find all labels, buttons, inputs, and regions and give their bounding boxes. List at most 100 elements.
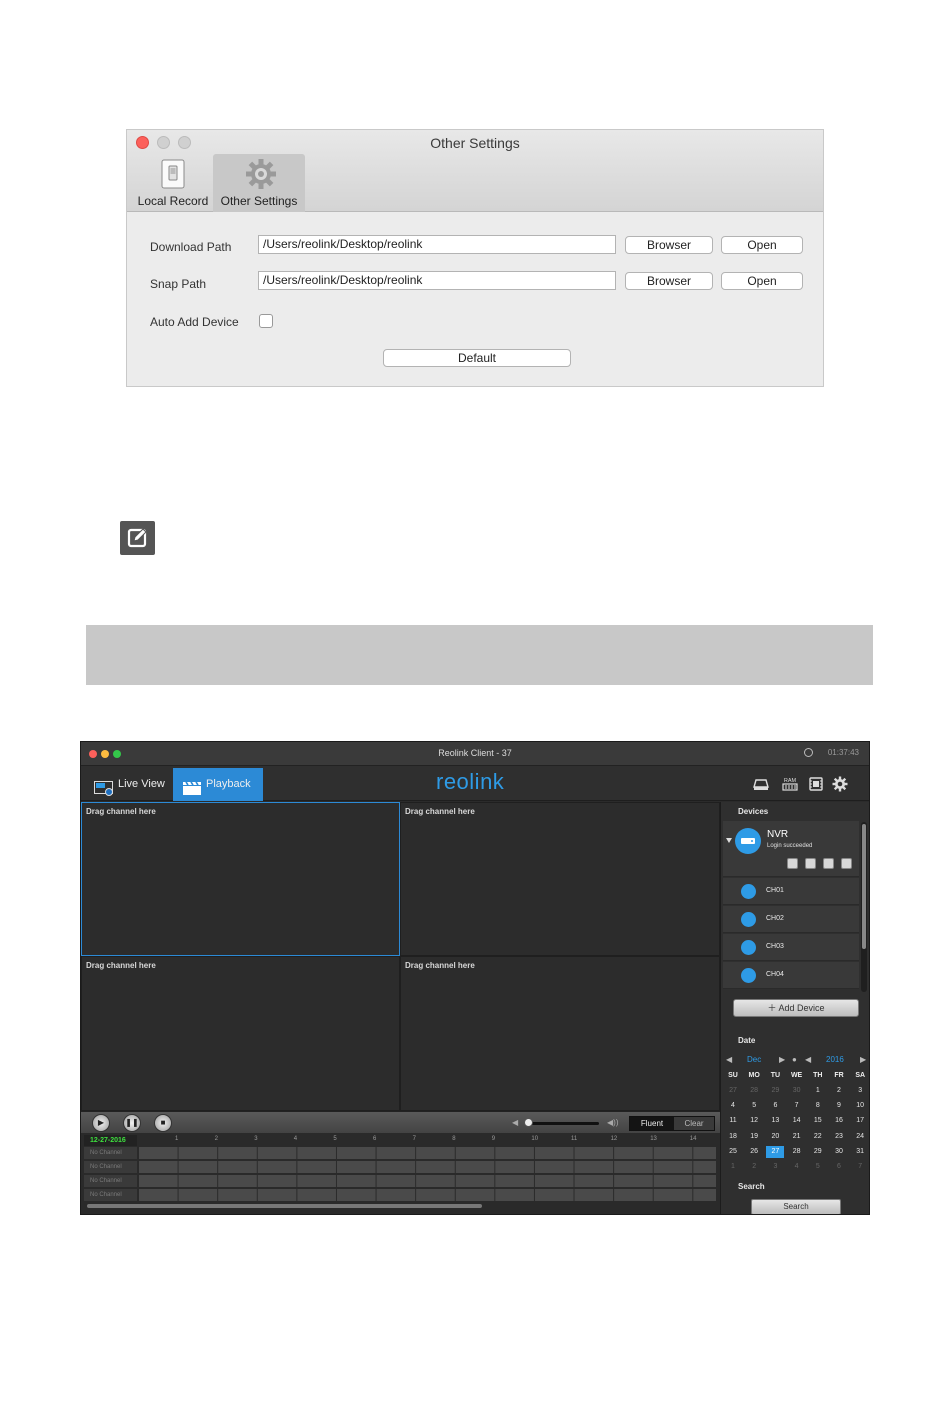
calendar-day[interactable]: 8 bbox=[809, 1100, 827, 1112]
calendar-day[interactable]: 2 bbox=[745, 1161, 763, 1173]
calendar-day[interactable]: 10 bbox=[851, 1100, 869, 1112]
add-device-button[interactable]: ＋ Add Device bbox=[733, 999, 859, 1017]
calendar-day[interactable]: 21 bbox=[788, 1131, 806, 1143]
calendar-day[interactable]: 7 bbox=[851, 1161, 869, 1173]
calendar-day[interactable]: 4 bbox=[788, 1161, 806, 1173]
device-info-icon[interactable] bbox=[787, 858, 798, 869]
calendar-day[interactable]: 28 bbox=[788, 1146, 806, 1158]
auto-add-device-checkbox[interactable] bbox=[259, 314, 273, 328]
next-month-icon[interactable]: ▶ bbox=[779, 1055, 785, 1064]
clear-option[interactable]: Clear bbox=[674, 1117, 714, 1130]
calendar-day[interactable]: 17 bbox=[851, 1115, 869, 1127]
tab-live-view[interactable]: Live View bbox=[85, 768, 173, 801]
calendar-day[interactable]: 24 bbox=[851, 1131, 869, 1143]
calendar-day[interactable]: 29 bbox=[809, 1146, 827, 1158]
calendar-day[interactable]: 27 bbox=[766, 1145, 785, 1158]
hdd-icon[interactable] bbox=[753, 776, 769, 792]
download-open-button[interactable]: Open bbox=[721, 236, 803, 254]
calendar-day[interactable]: 27 bbox=[724, 1085, 742, 1097]
calendar-day[interactable]: 7 bbox=[788, 1100, 806, 1112]
film-icon[interactable] bbox=[808, 776, 824, 792]
download-path-input[interactable]: /Users/reolink/Desktop/reolink bbox=[258, 235, 616, 254]
timeline-row[interactable]: No Channel bbox=[84, 1147, 716, 1160]
calendar-day[interactable]: 3 bbox=[766, 1161, 784, 1173]
channel-row-ch03[interactable]: CH03 bbox=[723, 934, 859, 961]
channel-row-ch02[interactable]: CH02 bbox=[723, 906, 859, 933]
calendar-day[interactable]: 2 bbox=[830, 1085, 848, 1097]
search-button[interactable]: Search bbox=[751, 1199, 841, 1214]
calendar-day[interactable]: 31 bbox=[851, 1146, 869, 1158]
calendar-day[interactable]: 6 bbox=[830, 1161, 848, 1173]
timeline-track[interactable] bbox=[138, 1147, 716, 1160]
timeline-track[interactable] bbox=[138, 1175, 716, 1188]
scrollbar-thumb[interactable] bbox=[862, 824, 866, 949]
device-delete-icon[interactable] bbox=[841, 858, 852, 869]
timeline-row[interactable]: No Channel bbox=[84, 1175, 716, 1188]
timeline-row[interactable]: No Channel bbox=[84, 1189, 716, 1202]
volume-slider[interactable] bbox=[527, 1122, 599, 1125]
snap-browser-button[interactable]: Browser bbox=[625, 272, 713, 290]
video-pane-2[interactable]: Drag channel here bbox=[400, 802, 720, 956]
calendar-day[interactable]: 5 bbox=[745, 1100, 763, 1112]
pause-button[interactable]: ❚❚ bbox=[123, 1114, 141, 1132]
timeline-scrollbar[interactable] bbox=[87, 1204, 482, 1208]
video-pane-4[interactable]: Drag channel here bbox=[400, 956, 720, 1111]
calendar-day[interactable]: 23 bbox=[830, 1131, 848, 1143]
globe-icon[interactable] bbox=[804, 748, 813, 757]
device-edit-icon[interactable] bbox=[823, 858, 834, 869]
calendar-day[interactable]: 28 bbox=[745, 1085, 763, 1097]
calendar-day[interactable]: 18 bbox=[724, 1131, 742, 1143]
tab-local-record[interactable]: Local Record bbox=[133, 154, 213, 212]
timeline-track[interactable] bbox=[138, 1161, 716, 1174]
calendar-day[interactable]: 9 bbox=[830, 1100, 848, 1112]
calendar-day[interactable]: 19 bbox=[745, 1131, 763, 1143]
video-pane-3[interactable]: Drag channel here bbox=[81, 956, 400, 1111]
calendar-day[interactable]: 3 bbox=[851, 1085, 869, 1097]
snap-path-input[interactable]: /Users/reolink/Desktop/reolink bbox=[258, 271, 616, 290]
calendar-day[interactable]: 30 bbox=[830, 1146, 848, 1158]
video-pane-1[interactable]: Drag channel here bbox=[81, 802, 400, 956]
channel-row-ch04[interactable]: CH04 bbox=[723, 962, 859, 989]
calendar-day[interactable]: 29 bbox=[766, 1085, 784, 1097]
calendar-day[interactable]: 20 bbox=[766, 1131, 784, 1143]
prev-year-icon[interactable]: ◀ bbox=[805, 1055, 811, 1064]
calendar-day[interactable]: 13 bbox=[766, 1115, 784, 1127]
nvr-device[interactable]: NVR Login succeeded bbox=[723, 821, 859, 877]
play-button[interactable]: ▶ bbox=[92, 1114, 110, 1132]
device-list-scrollbar[interactable] bbox=[861, 822, 867, 992]
calendar-day[interactable]: 1 bbox=[724, 1161, 742, 1173]
calendar-day[interactable]: 30 bbox=[788, 1085, 806, 1097]
volume-slider-handle[interactable] bbox=[524, 1118, 533, 1127]
snap-open-button[interactable]: Open bbox=[721, 272, 803, 290]
prev-month-icon[interactable]: ◀ bbox=[726, 1055, 732, 1064]
calendar-day[interactable]: 4 bbox=[724, 1100, 742, 1112]
next-year-icon[interactable]: ▶ bbox=[860, 1055, 866, 1064]
fluent-option[interactable]: Fluent bbox=[630, 1117, 674, 1130]
edit-icon[interactable] bbox=[120, 521, 155, 555]
stop-button[interactable]: ■ bbox=[154, 1114, 172, 1132]
calendar-day[interactable]: 5 bbox=[809, 1161, 827, 1173]
channel-row-ch01[interactable]: CH01 bbox=[723, 878, 859, 905]
playback-timeline[interactable]: 12-27-2016 1 2 3 4 5 6 7 8 9 10 11 12 13 14 No Channe… bbox=[81, 1133, 720, 1214]
ram-icon[interactable]: RAM bbox=[782, 776, 798, 792]
calendar-day[interactable]: 15 bbox=[809, 1115, 827, 1127]
calendar-day[interactable]: 16 bbox=[830, 1115, 848, 1127]
default-button[interactable]: Default bbox=[383, 349, 571, 367]
calendar-day[interactable]: 14 bbox=[788, 1115, 806, 1127]
gear-icon[interactable] bbox=[832, 776, 848, 792]
timeline-row[interactable]: No Channel bbox=[84, 1161, 716, 1174]
expand-arrow-icon[interactable] bbox=[726, 838, 732, 843]
calendar-day[interactable]: 26 bbox=[745, 1146, 763, 1158]
timeline-track[interactable] bbox=[138, 1189, 716, 1202]
calendar-day[interactable]: 6 bbox=[766, 1100, 784, 1112]
calendar-day[interactable]: 12 bbox=[745, 1115, 763, 1127]
calendar-day[interactable]: 1 bbox=[809, 1085, 827, 1097]
tab-other-settings[interactable]: Other Settings bbox=[213, 154, 305, 212]
download-browser-button[interactable]: Browser bbox=[625, 236, 713, 254]
calendar-day[interactable]: 25 bbox=[724, 1146, 742, 1158]
calendar-day[interactable]: 11 bbox=[724, 1115, 742, 1127]
tab-playback[interactable]: Playback bbox=[173, 768, 263, 801]
today-dot-icon[interactable]: ● bbox=[792, 1055, 797, 1064]
device-search-icon[interactable] bbox=[805, 858, 816, 869]
calendar-day[interactable]: 22 bbox=[809, 1131, 827, 1143]
